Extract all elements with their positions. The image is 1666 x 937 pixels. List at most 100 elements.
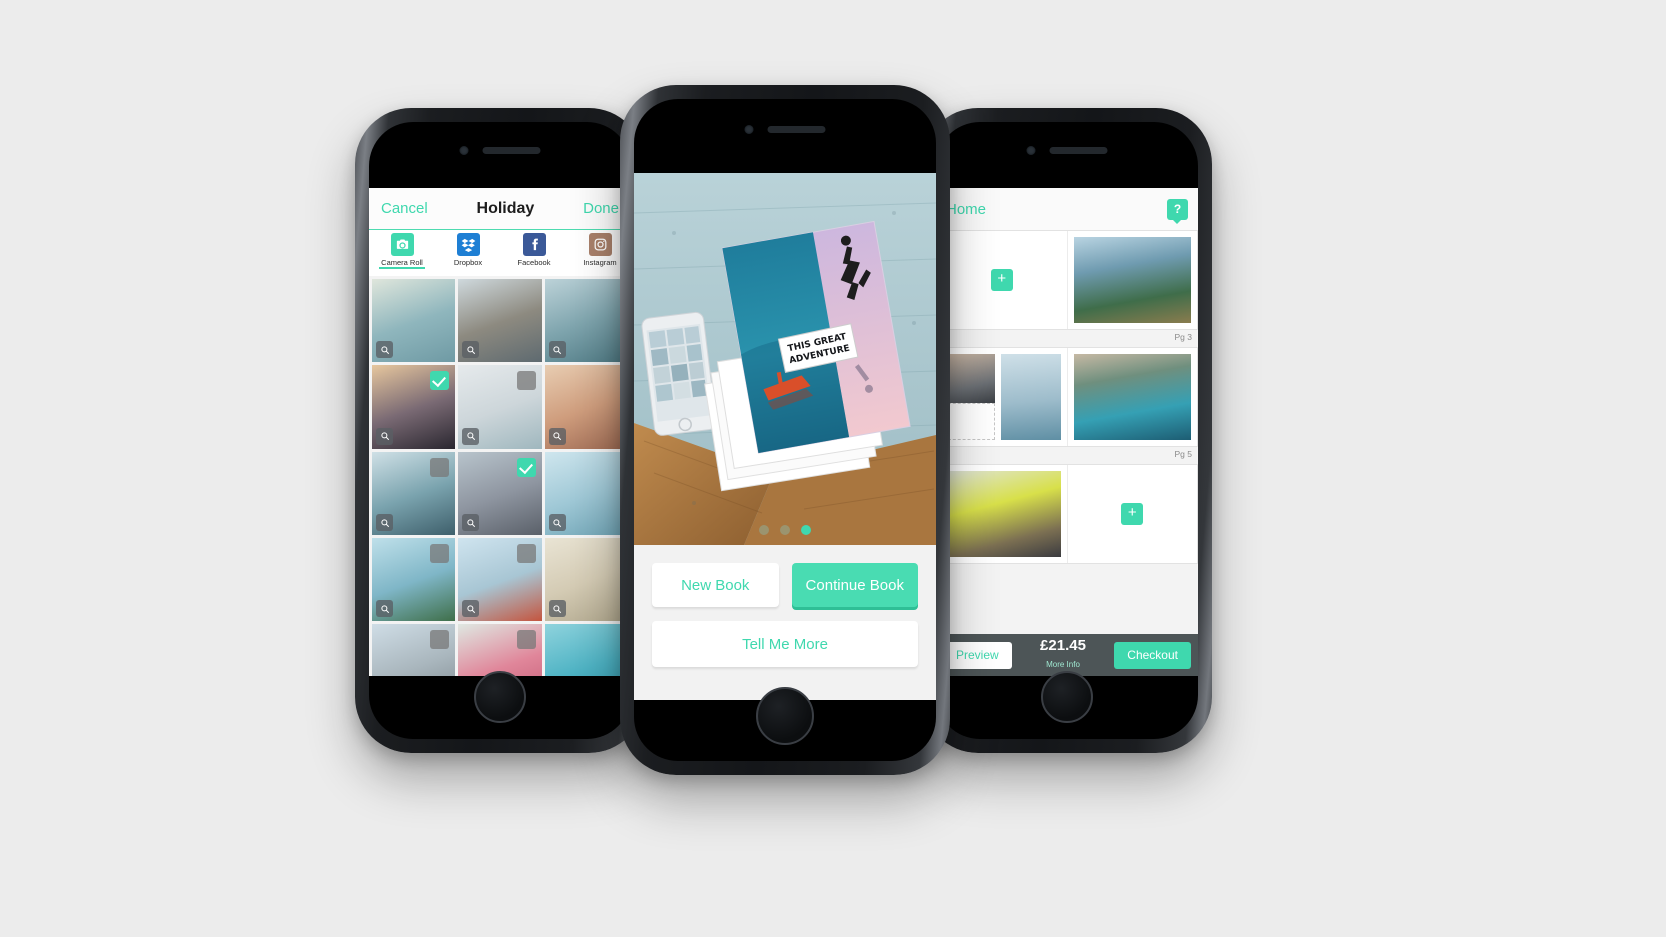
photo-thumbnail[interactable] <box>372 279 456 363</box>
screenshot-stage: Cancel Holiday Done Camera Roll Dropbox Fa… <box>0 0 1666 937</box>
photo-thumbnail[interactable] <box>544 279 628 363</box>
photo-source-tabs: Camera Roll Dropbox Facebook Instagram <box>369 230 631 276</box>
book-spread: + <box>936 464 1198 571</box>
book-page-left[interactable] <box>937 465 1068 563</box>
page-title: Holiday <box>476 199 535 217</box>
home-link[interactable]: Home <box>946 201 986 218</box>
photo-unselected-checkbox[interactable] <box>516 371 536 391</box>
book-page-left[interactable]: + <box>937 231 1068 329</box>
front-camera-icon <box>1026 146 1036 155</box>
zoom-icon[interactable] <box>462 514 480 532</box>
primary-action-row: New Book Continue Book <box>652 563 918 607</box>
book-page-left[interactable] <box>937 348 1068 446</box>
photo-selected-checkbox[interactable] <box>430 371 450 391</box>
page-photo-big-sur-cove <box>1073 354 1191 440</box>
photo-thumbnail[interactable] <box>544 451 628 536</box>
zoom-icon[interactable] <box>548 341 566 359</box>
photo-unselected-checkbox[interactable] <box>430 457 450 477</box>
facebook-icon <box>522 233 546 256</box>
home-button[interactable] <box>474 671 526 723</box>
photo-thumbnail[interactable] <box>458 279 542 363</box>
zoom-icon[interactable] <box>376 341 393 359</box>
right-phone-screen: Home ? + Pg 3 Pg 5 + Preview £21.45 More In… <box>936 188 1198 676</box>
price-block: £21.45 More Info <box>1040 638 1086 672</box>
book-page-right[interactable] <box>1068 348 1198 446</box>
source-tab-facebook[interactable]: Facebook <box>501 233 567 267</box>
photo-thumbnail[interactable] <box>458 451 542 536</box>
speaker-grille-icon <box>767 126 826 133</box>
page-number-label: Pg 5 <box>936 447 1198 464</box>
checkout-bar: Preview £21.45 More Info Checkout <box>936 634 1198 676</box>
zoom-icon[interactable] <box>376 600 393 618</box>
photo-thumbnail[interactable] <box>544 624 628 676</box>
photo-thumbnail[interactable] <box>544 365 628 449</box>
carousel-dot[interactable] <box>801 525 811 535</box>
photo-selected-checkbox[interactable] <box>516 457 536 477</box>
source-tab-label: Camera Roll <box>381 258 423 267</box>
zoom-icon[interactable] <box>462 341 480 359</box>
front-camera-icon <box>744 125 754 134</box>
photo-thumbnail[interactable] <box>372 451 456 536</box>
photo-thumbnail[interactable] <box>372 624 456 676</box>
photo-image-turquoise-water <box>544 624 628 676</box>
preview-button[interactable]: Preview <box>943 641 1012 669</box>
phone-left: Cancel Holiday Done Camera Roll Dropbox Fa… <box>355 108 645 753</box>
home-button[interactable] <box>756 687 814 745</box>
photo-grid <box>369 276 631 676</box>
photo-thumbnail[interactable] <box>458 624 542 676</box>
zoom-icon[interactable] <box>376 427 393 445</box>
add-photo-button[interactable]: + <box>990 269 1013 291</box>
speaker-grille-icon <box>482 147 541 154</box>
photo-unselected-checkbox[interactable] <box>516 544 536 564</box>
more-info-link[interactable]: More Info <box>1046 660 1080 669</box>
earpiece-assembly <box>744 125 826 134</box>
collage-photo-top-left <box>943 354 995 408</box>
tell-me-more-button[interactable]: Tell Me More <box>652 621 918 667</box>
instagram-icon <box>588 233 612 256</box>
photo-thumbnail[interactable] <box>458 365 542 449</box>
empty-photo-slot[interactable] <box>943 402 995 440</box>
photo-thumbnail[interactable] <box>458 538 542 622</box>
done-button[interactable]: Done <box>583 200 619 217</box>
photo-unselected-checkbox[interactable] <box>516 630 536 650</box>
price-amount: £21.45 <box>1040 637 1086 655</box>
speaker-grille-icon <box>1049 147 1108 154</box>
zoom-icon[interactable] <box>376 514 393 532</box>
home-button[interactable] <box>1041 671 1093 723</box>
zoom-icon[interactable] <box>548 427 566 445</box>
dropbox-icon <box>456 233 480 256</box>
source-tab-dropbox[interactable]: Dropbox <box>435 233 501 267</box>
help-icon[interactable]: ? <box>1167 198 1188 224</box>
photo-unselected-checkbox[interactable] <box>430 630 450 650</box>
cancel-button[interactable]: Cancel <box>381 200 428 217</box>
zoom-icon[interactable] <box>548 514 566 532</box>
continue-book-button[interactable]: Continue Book <box>791 563 918 607</box>
zoom-icon[interactable] <box>548 600 566 618</box>
left-phone-screen: Cancel Holiday Done Camera Roll Dropbox Fa… <box>369 188 631 676</box>
add-photo-button[interactable]: + <box>1121 503 1144 525</box>
photo-thumbnail[interactable] <box>372 538 456 622</box>
front-camera-icon <box>459 146 469 155</box>
photo-picker-navbar: Cancel Holiday Done <box>369 188 631 230</box>
page-number-label <box>936 564 1198 571</box>
source-tab-camera-roll[interactable]: Camera Roll <box>369 233 435 269</box>
phone-left-body: Cancel Holiday Done Camera Roll Dropbox Fa… <box>369 122 631 739</box>
checkout-button[interactable]: Checkout <box>1114 641 1191 669</box>
spread-pages <box>936 347 1198 447</box>
hero-illustration: THIS GREAT ADVENTURE <box>634 173 936 545</box>
zoom-icon[interactable] <box>462 427 480 445</box>
photo-thumbnail[interactable] <box>372 365 456 449</box>
carousel-dot[interactable] <box>759 525 769 535</box>
zoom-icon[interactable] <box>462 600 480 618</box>
phone-right-body: Home ? + Pg 3 Pg 5 + Preview £21.45 More In… <box>936 122 1198 739</box>
source-tab-label: Facebook <box>517 258 551 267</box>
book-editor-navbar: Home ? <box>936 188 1198 230</box>
book-page-right[interactable] <box>1068 231 1198 329</box>
new-book-button[interactable]: New Book <box>652 563 779 607</box>
book-spread: + Pg 3 <box>936 230 1198 347</box>
carousel-dots <box>759 525 811 535</box>
carousel-dot[interactable] <box>780 525 790 535</box>
photo-thumbnail[interactable] <box>544 538 628 622</box>
photo-unselected-checkbox[interactable] <box>430 544 450 564</box>
book-page-right[interactable]: + <box>1068 465 1198 563</box>
